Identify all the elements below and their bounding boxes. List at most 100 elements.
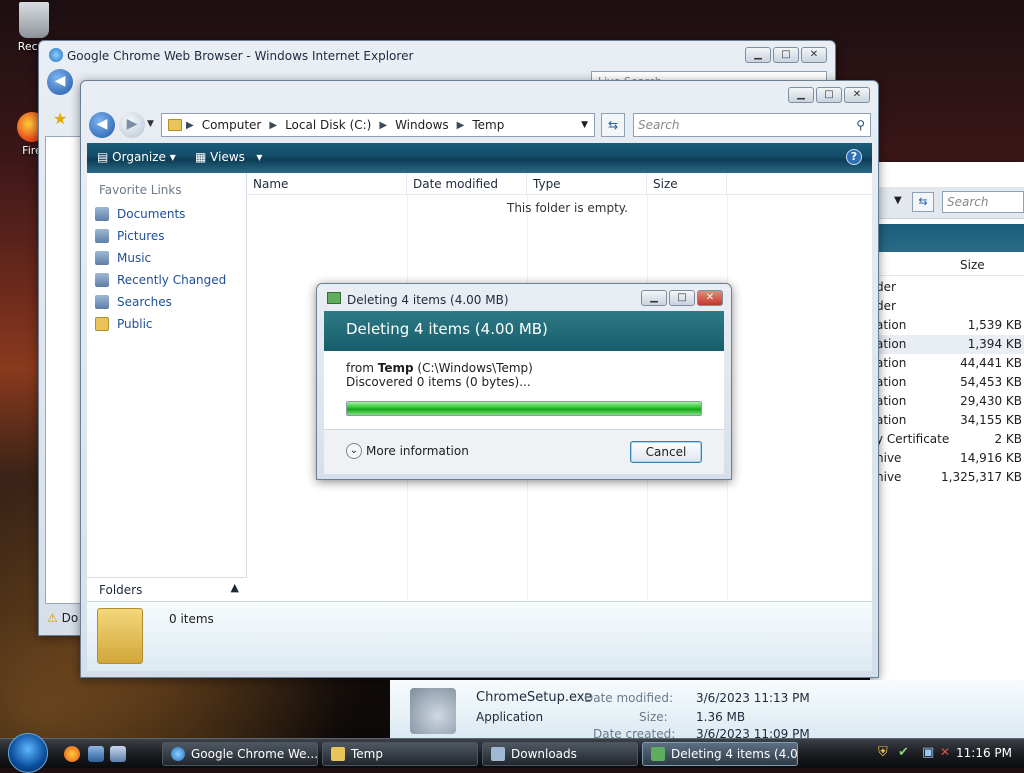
- table-row[interactable]: y Certificate 2 KB: [870, 430, 1024, 449]
- delete-progress-icon: [327, 292, 341, 304]
- breadcrumb-separator-icon[interactable]: ▶: [379, 120, 387, 131]
- table-row[interactable]: ation 54,453 KB: [870, 373, 1024, 392]
- table-row[interactable]: hive 14,916 KB: [870, 449, 1024, 468]
- close-button[interactable]: ✕: [697, 290, 723, 306]
- favorites-star-icon[interactable]: ★: [53, 109, 67, 128]
- downloads-window[interactable]: ▼ ⇆ Search Size der der ation 1,539 KB ation…: [870, 162, 1024, 682]
- column-type[interactable]: Type: [527, 173, 647, 194]
- taskbar-button-deleting[interactable]: Deleting 4 items (4.0...: [642, 742, 798, 766]
- views-button[interactable]: ▦ Views ▾: [195, 150, 262, 164]
- favorite-link-searches[interactable]: Searches: [87, 291, 246, 313]
- breadcrumb-local-disk[interactable]: Local Disk (C:): [277, 118, 379, 132]
- breadcrumb-separator-icon[interactable]: ▶: [269, 120, 277, 131]
- favorite-link-public[interactable]: Public: [87, 313, 246, 335]
- favorite-links-list: Documents Pictures Music Recently Change…: [87, 203, 246, 335]
- file-type-cell: y Certificate: [876, 432, 950, 446]
- table-row[interactable]: der: [870, 278, 1024, 297]
- dialog-title: Deleting 4 items (4.00 MB): [347, 293, 509, 307]
- ie-back-button[interactable]: ◀: [47, 69, 73, 95]
- breadcrumb-windows[interactable]: Windows: [387, 118, 457, 132]
- network-icon[interactable]: ✔: [898, 745, 909, 760]
- refresh-icon[interactable]: ⇆: [912, 192, 934, 212]
- table-row[interactable]: ation 44,441 KB: [870, 354, 1024, 373]
- cancel-button[interactable]: Cancel: [630, 441, 702, 463]
- ie-window-title: Google Chrome Web Browser - Windows Inte…: [67, 49, 414, 63]
- search-placeholder: Search: [638, 118, 680, 132]
- more-information-toggle[interactable]: ⌄ More information: [346, 443, 469, 459]
- dialog-body: from Temp (C:\Windows\Temp) Discovered 0…: [324, 351, 724, 429]
- taskbar-button-temp[interactable]: Temp: [322, 742, 478, 766]
- file-type-cell: hive: [876, 451, 902, 465]
- breadcrumb-temp[interactable]: Temp: [464, 118, 512, 132]
- table-row[interactable]: hive 1,325,317 KB: [870, 468, 1024, 487]
- clock[interactable]: 11:16 PM: [956, 746, 1012, 760]
- close-button[interactable]: ✕: [844, 87, 870, 103]
- progress-bar: [346, 401, 702, 416]
- maximize-button[interactable]: □: [773, 47, 799, 63]
- switch-windows-icon[interactable]: [110, 746, 126, 762]
- address-bar[interactable]: ▶ Computer ▶ Local Disk (C:) ▶ Windows ▶…: [161, 113, 595, 137]
- music-icon: [95, 251, 109, 265]
- table-row[interactable]: ation 34,155 KB: [870, 411, 1024, 430]
- back-button[interactable]: ◀: [89, 112, 115, 138]
- downloads-search-input[interactable]: Search: [942, 191, 1024, 213]
- table-row[interactable]: ation 1,394 KB: [870, 335, 1024, 354]
- organize-button[interactable]: ▤ Organize ▾: [97, 150, 176, 164]
- shield-icon[interactable]: ⛨: [878, 745, 888, 760]
- minimize-button[interactable]: ▁: [745, 47, 771, 63]
- maximize-button[interactable]: □: [816, 87, 842, 103]
- search-input[interactable]: Search ⚲: [633, 113, 871, 137]
- taskbar-button-ie[interactable]: Google Chrome We...: [162, 742, 318, 766]
- file-size-cell: 34,155 KB: [960, 413, 1022, 427]
- ie-icon: [49, 48, 63, 62]
- ie-window-controls: ▁ □ ✕: [745, 47, 827, 63]
- minimize-button[interactable]: ▁: [641, 290, 667, 306]
- table-row[interactable]: ation 1,539 KB: [870, 316, 1024, 335]
- source-path: (C:\Windows\Temp): [417, 361, 533, 375]
- taskbar-button-downloads[interactable]: Downloads: [482, 742, 638, 766]
- close-button[interactable]: ✕: [801, 47, 827, 63]
- breadcrumb-separator-icon[interactable]: ▶: [457, 120, 465, 131]
- column-date-modified[interactable]: Date modified: [407, 173, 527, 194]
- table-row[interactable]: der: [870, 297, 1024, 316]
- column-size[interactable]: Size: [647, 173, 727, 194]
- dropdown-arrow-icon[interactable]: ▼: [894, 195, 902, 206]
- network-monitor-icon[interactable]: ▣: [922, 745, 934, 760]
- favorite-link-pictures[interactable]: Pictures: [87, 225, 246, 247]
- taskbar-button-label: Google Chrome We...: [191, 747, 318, 761]
- folders-label: Folders: [99, 583, 143, 597]
- command-bar: ▤ Organize ▾ ▦ Views ▾ ?: [87, 143, 872, 173]
- volume-muted-icon[interactable]: ✕: [940, 745, 950, 759]
- favorite-link-music[interactable]: Music: [87, 247, 246, 269]
- pictures-icon: [95, 229, 109, 243]
- help-icon[interactable]: ?: [846, 149, 862, 165]
- address-dropdown-icon[interactable]: ▼: [581, 120, 588, 130]
- column-size[interactable]: Size: [960, 258, 985, 272]
- favorite-link-recently-changed[interactable]: Recently Changed: [87, 269, 246, 291]
- table-row[interactable]: ation 29,430 KB: [870, 392, 1024, 411]
- delete-progress-dialog[interactable]: Deleting 4 items (4.00 MB) ▁ □ ✕ Deletin…: [316, 283, 732, 480]
- file-size-cell: 14,916 KB: [960, 451, 1022, 465]
- forward-button[interactable]: ▶: [119, 112, 145, 138]
- minimize-button[interactable]: ▁: [788, 87, 814, 103]
- column-name[interactable]: Name: [247, 173, 407, 194]
- maximize-button[interactable]: □: [669, 290, 695, 306]
- item-count: 0 items: [169, 612, 214, 626]
- start-button[interactable]: [8, 733, 48, 773]
- folder-icon: [168, 119, 182, 131]
- recent-pages-arrow-icon[interactable]: ▼: [147, 119, 154, 129]
- folders-toggle[interactable]: Folders ▲: [87, 577, 247, 601]
- show-desktop-icon[interactable]: [88, 746, 104, 762]
- progress-bar-fill: [347, 402, 701, 415]
- refresh-icon[interactable]: ⇆: [601, 113, 625, 137]
- favorite-link-documents[interactable]: Documents: [87, 203, 246, 225]
- firefox-icon[interactable]: [64, 746, 80, 762]
- search-icon[interactable]: ⚲: [856, 114, 865, 136]
- breadcrumb-computer[interactable]: Computer: [194, 118, 270, 132]
- empty-folder-message: This folder is empty.: [507, 201, 628, 215]
- file-size-cell: 1,394 KB: [967, 337, 1022, 351]
- folder-icon: [331, 747, 345, 761]
- downloads-command-bar: [870, 224, 1024, 252]
- chevron-down-icon: ⌄: [346, 443, 362, 459]
- file-type-cell: ation: [876, 375, 907, 389]
